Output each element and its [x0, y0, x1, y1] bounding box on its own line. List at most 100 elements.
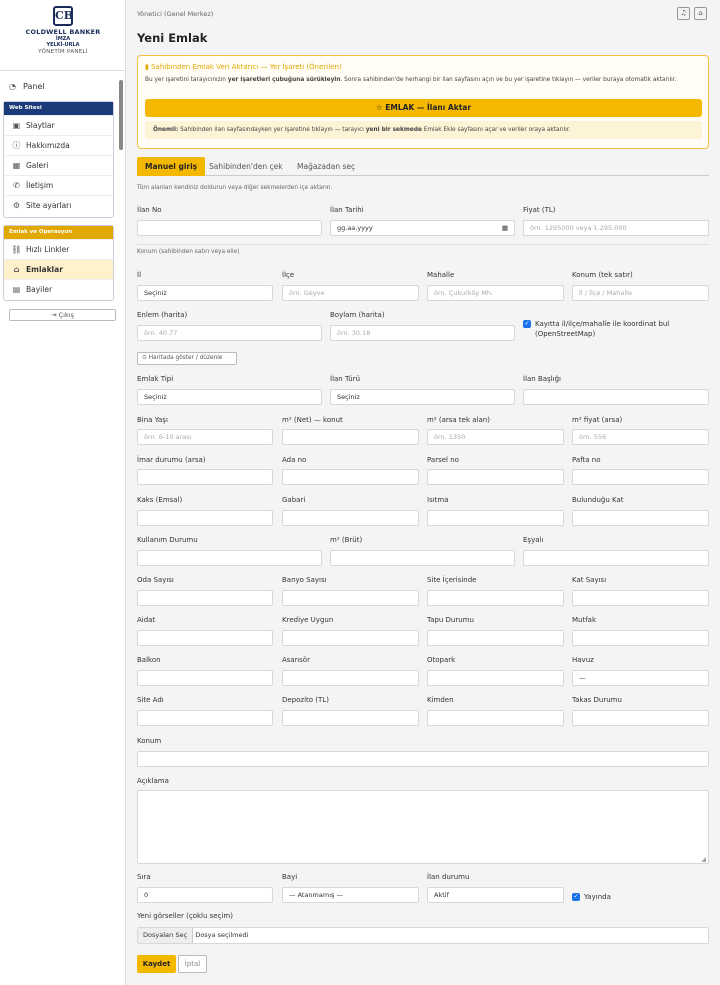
m2-arsa-input[interactable]: örn. 1350: [427, 429, 564, 445]
note-strong2: yeni bir sekmede: [365, 127, 422, 133]
map-pin-icon: ⊙: [142, 355, 147, 361]
osm-checkbox[interactable]: ✓: [523, 320, 531, 328]
brand-sub2: YELKİ-URLA: [46, 42, 80, 48]
scrollbar-thumb[interactable]: [119, 80, 123, 150]
ilan-basligi-label: İlan Başlığı: [523, 375, 561, 383]
ilan-no-input[interactable]: [137, 220, 322, 236]
il-select[interactable]: Seçiniz: [137, 285, 273, 301]
sira-input[interactable]: 0: [137, 887, 273, 903]
importer-banner: ▮ Sahibinden Emlak Veri Aktarıcı — Yer İ…: [137, 55, 709, 149]
fiyat-input[interactable]: örn. 1295000 veya 1.295.000: [523, 220, 709, 236]
asansor-input[interactable]: [282, 670, 419, 686]
sidebar-item-panel[interactable]: ◔ Panel: [8, 82, 45, 91]
ilan-durumu-select[interactable]: Aktif: [427, 887, 564, 903]
parsel-label: Parsel no: [427, 456, 459, 464]
sidebar-item-site-ayarlari[interactable]: ⚙ Site ayarları: [4, 195, 113, 215]
sira-label: Sıra: [137, 873, 151, 881]
bayi-select[interactable]: — Atanmamış —: [282, 887, 419, 903]
konum-tek-input[interactable]: İl / İlçe / Mahalle: [572, 285, 709, 301]
ada-input[interactable]: [282, 469, 419, 485]
oda-input[interactable]: [137, 590, 273, 606]
bulundugu-kat-input[interactable]: [572, 510, 709, 526]
bina-yasi-input[interactable]: örn. 6-10 arası: [137, 429, 273, 445]
banyo-input[interactable]: [282, 590, 419, 606]
mutfak-label: Mutfak: [572, 616, 597, 624]
pafta-input[interactable]: [572, 469, 709, 485]
ilan-turu-select[interactable]: Seçiniz: [330, 389, 515, 405]
tab-magaza[interactable]: Mağazadan seç: [289, 157, 363, 176]
bina-yasi-label: Bina Yaşı: [137, 416, 168, 424]
boylam-input[interactable]: örn. 30.18: [330, 325, 515, 341]
m2-net-input[interactable]: [282, 429, 419, 445]
ilan-tarihi-input[interactable]: gg.aa.yyyy ▦: [330, 220, 515, 236]
logout-label: Çıkış: [58, 311, 74, 319]
home-button[interactable]: ⌂: [694, 7, 707, 20]
krediye-input[interactable]: [282, 630, 419, 646]
brand-logo[interactable]: CB COLDWELL BANKER İMZA YELKİ-URLA YÖNET…: [0, 6, 126, 55]
ilan-basligi-input[interactable]: [523, 389, 709, 405]
sidebar-item-emlaklar[interactable]: ⌂ Emlaklar: [4, 259, 113, 279]
banner-text-c: . Sonra sahibinden'de herhangi bir ilan …: [340, 77, 677, 83]
file-status: Dosya seçilmedi: [195, 931, 249, 939]
bookmarklet-label: EMLAK — İlanı Aktar: [385, 103, 472, 112]
yayinda-checkbox[interactable]: ✓: [572, 893, 580, 901]
sidebar-item-hakkimizda[interactable]: ⓘ Hakkımızda: [4, 135, 113, 155]
balkon-input[interactable]: [137, 670, 273, 686]
sidebar-scrollbar[interactable]: [119, 72, 123, 296]
mutfak-input[interactable]: [572, 630, 709, 646]
takas-input[interactable]: [572, 710, 709, 726]
ilce-input[interactable]: örn. Geyve: [282, 285, 419, 301]
save-button[interactable]: Kaydet: [137, 955, 176, 973]
banner-text: Bu yer işaretini tarayıcınızın yer işare…: [145, 76, 703, 85]
gabari-input[interactable]: [282, 510, 419, 526]
kimden-label: Kimden: [427, 696, 454, 704]
cancel-button[interactable]: İptal: [178, 955, 207, 973]
sidebar-item-label: İletişim: [26, 181, 54, 190]
havuz-select[interactable]: —: [572, 670, 709, 686]
sidebar-item-iletisim[interactable]: ✆ İletişim: [4, 175, 113, 195]
il-label: İl: [137, 271, 142, 279]
depozito-input[interactable]: [282, 710, 419, 726]
otopark-input[interactable]: [427, 670, 564, 686]
konum-input[interactable]: [137, 751, 709, 767]
enlem-label: Enlem (harita): [137, 311, 188, 319]
tab-manuel[interactable]: Manuel giriş: [137, 157, 206, 176]
site-icerisinde-input[interactable]: [427, 590, 564, 606]
aciklama-textarea[interactable]: ◢: [137, 790, 709, 864]
choose-files-button[interactable]: Dosyaları Seç: [138, 928, 194, 943]
logout-button[interactable]: ⇥ Çıkış: [9, 309, 116, 321]
file-input[interactable]: Dosyaları Seç Dosya seçilmedi: [137, 927, 709, 944]
sidebar-item-hizli-linkler[interactable]: ⛓ Hızlı Linkler: [4, 239, 113, 259]
date-value: gg.aa.yyyy: [337, 224, 373, 232]
aidat-input[interactable]: [137, 630, 273, 646]
emlak-tipi-label: Emlak Tipi: [137, 375, 174, 383]
gabari-label: Gabari: [282, 496, 306, 504]
tapu-input[interactable]: [427, 630, 564, 646]
isitma-input[interactable]: [427, 510, 564, 526]
m2-fiyat-input[interactable]: örn. 556: [572, 429, 709, 445]
kaks-input[interactable]: [137, 510, 273, 526]
konum-note: Konum (sahibinden satırı veya elle): [137, 249, 240, 255]
resize-handle-icon[interactable]: ◢: [701, 856, 706, 863]
bookmarklet-button[interactable]: ☆ EMLAK — İlanı Aktar: [145, 99, 702, 117]
site-adi-input[interactable]: [137, 710, 273, 726]
brand-name: COLDWELL BANKER: [25, 28, 101, 36]
esyali-input[interactable]: [523, 550, 709, 566]
sidebar-item-bayiler[interactable]: ▤ Bayiler: [4, 279, 113, 299]
notification-button[interactable]: ♫: [677, 7, 690, 20]
kullanim-input[interactable]: [137, 550, 322, 566]
tab-sahibinden[interactable]: Sahibinden'den çek: [201, 157, 291, 176]
ilce-label: İlçe: [282, 271, 295, 279]
map-button[interactable]: ⊙ Haritada göster / düzenle: [137, 352, 237, 365]
mahalle-input[interactable]: örn. Çukurköy Mh.: [427, 285, 564, 301]
sidebar-item-galeri[interactable]: ▦ Galeri: [4, 155, 113, 175]
imar-input[interactable]: [137, 469, 273, 485]
kat-sayisi-input[interactable]: [572, 590, 709, 606]
kimden-input[interactable]: [427, 710, 564, 726]
emlak-tipi-select[interactable]: Seçiniz: [137, 389, 322, 405]
home-icon: ⌂: [13, 265, 20, 274]
parsel-input[interactable]: [427, 469, 564, 485]
enlem-input[interactable]: örn. 40.77: [137, 325, 322, 341]
sidebar-item-slaytlar[interactable]: ▣ Slaytlar: [4, 115, 113, 135]
m2-brut-input[interactable]: [330, 550, 515, 566]
